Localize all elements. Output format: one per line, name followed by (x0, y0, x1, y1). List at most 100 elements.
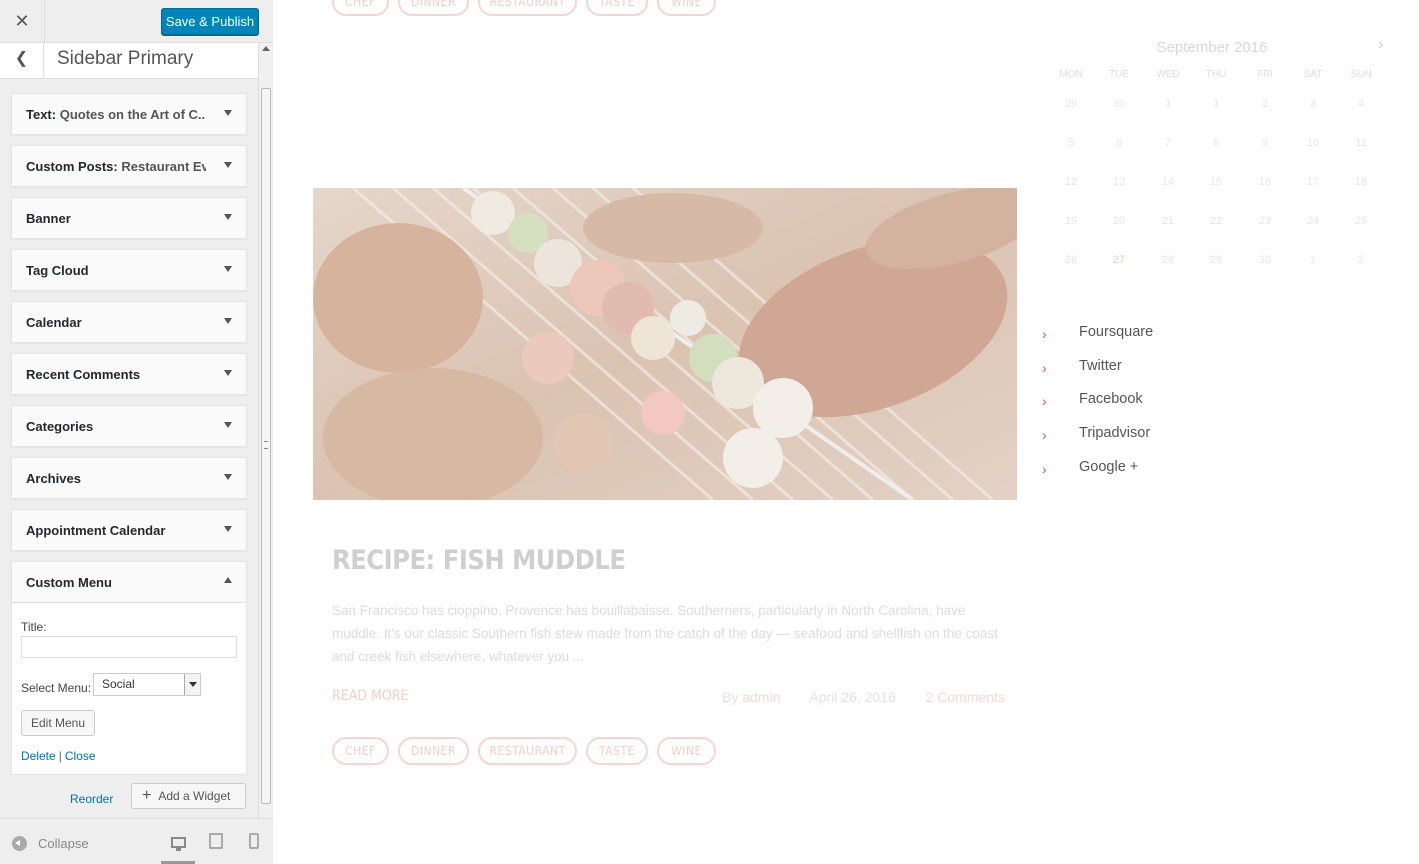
social-link-label[interactable]: Google + (1079, 459, 1138, 475)
widget-archives[interactable]: Archives (11, 457, 247, 499)
social-item-twitter[interactable]: › Twitter (1042, 356, 1242, 380)
calendar-day[interactable]: 28 (1153, 254, 1183, 266)
calendar-day[interactable]: 4 (1346, 98, 1376, 110)
scroll-up-arrow-icon[interactable] (262, 46, 270, 51)
calendar-day[interactable]: 2 (1250, 98, 1280, 110)
close-link[interactable]: Close (65, 749, 96, 763)
calendar-day[interactable]: 10 (1298, 137, 1328, 149)
add-widget-button[interactable]: + Add a Widget (131, 783, 246, 809)
title-input[interactable] (21, 636, 237, 658)
scrollbar[interactable] (258, 43, 273, 818)
tag-taste[interactable]: TASTE (586, 737, 648, 765)
widget-custom-posts[interactable]: Custom Posts: Restaurant Ev... (11, 145, 247, 187)
calendar-day[interactable]: 12 (1056, 176, 1086, 188)
caret-down-icon[interactable] (224, 266, 232, 272)
close-customizer-button[interactable]: ✕ (0, 0, 45, 43)
calendar-day[interactable]: 30 (1104, 98, 1134, 110)
social-link-label[interactable]: Facebook (1079, 391, 1143, 407)
calendar-day[interactable]: 27 (1104, 254, 1134, 266)
calendar-day[interactable]: 20 (1104, 215, 1134, 227)
calendar-day[interactable]: 7 (1153, 137, 1183, 149)
calendar-day[interactable]: 6 (1104, 137, 1134, 149)
calendar-day[interactable]: 5 (1056, 137, 1086, 149)
calendar-day[interactable]: 29 (1056, 98, 1086, 110)
calendar-day[interactable]: 1 (1201, 98, 1231, 110)
caret-down-icon[interactable] (224, 162, 232, 168)
social-link-label[interactable]: Twitter (1079, 358, 1122, 374)
tag-dinner[interactable]: DINNER (398, 0, 469, 16)
widget-appointment-calendar[interactable]: Appointment Calendar (11, 509, 247, 551)
caret-down-icon[interactable] (224, 526, 232, 532)
widget-categories[interactable]: Categories (11, 405, 247, 447)
save-publish-button[interactable]: Save & Publish (161, 8, 259, 35)
post-featured-image[interactable] (313, 188, 1017, 500)
social-item-google-plus[interactable]: › Google + (1042, 457, 1242, 481)
calendar-day[interactable]: 1 (1298, 254, 1328, 266)
widget-custom-menu[interactable]: Custom Menu (11, 561, 247, 603)
mobile-preview-icon[interactable] (249, 833, 259, 849)
tag-taste[interactable]: TASTE (586, 0, 648, 16)
desktop-preview-icon[interactable] (161, 833, 195, 864)
calendar-day[interactable]: 30 (1250, 254, 1280, 266)
social-link-label[interactable]: Tripadvisor (1079, 425, 1150, 441)
comments-link[interactable]: 2 Comments (926, 689, 1005, 705)
calendar-day[interactable]: 8 (1201, 137, 1231, 149)
post-title[interactable]: RECIPE: FISH MUDDLE (332, 545, 626, 576)
calendar-day[interactable]: 2 (1346, 254, 1376, 266)
reorder-link[interactable]: Reorder (70, 792, 113, 806)
tag-wine[interactable]: WINE (657, 0, 716, 16)
tag-chef[interactable]: CHEF (332, 737, 389, 765)
caret-down-icon[interactable] (224, 110, 232, 116)
widget-tag-cloud[interactable]: Tag Cloud (11, 249, 247, 291)
tablet-preview-icon[interactable] (209, 833, 223, 849)
caret-down-icon[interactable] (224, 214, 232, 220)
calendar-day[interactable]: 29 (1201, 254, 1231, 266)
calendar-day[interactable]: 3 (1298, 98, 1328, 110)
dropdown-arrow-icon[interactable] (184, 674, 200, 695)
social-item-tripadvisor[interactable]: › Tripadvisor (1042, 423, 1242, 447)
tag-chef[interactable]: CHEF (332, 0, 389, 16)
calendar-day[interactable]: 18 (1346, 176, 1376, 188)
edit-menu-button[interactable]: Edit Menu (21, 710, 95, 736)
tag-restaurant[interactable]: RESTAURANT (478, 0, 577, 16)
social-link-label[interactable]: Foursquare (1079, 324, 1153, 340)
caret-down-icon[interactable] (224, 370, 232, 376)
calendar-day[interactable]: 9 (1250, 137, 1280, 149)
widget-calendar[interactable]: Calendar (11, 301, 247, 343)
calendar-day[interactable]: 14 (1153, 176, 1183, 188)
calendar-day[interactable]: 17 (1298, 176, 1328, 188)
author-link[interactable]: admin (742, 689, 780, 705)
calendar-day[interactable]: 11 (1346, 137, 1376, 149)
caret-down-icon[interactable] (224, 318, 232, 324)
caret-down-icon[interactable] (224, 474, 232, 480)
tag-restaurant[interactable]: RESTAURANT (478, 737, 577, 765)
calendar-day[interactable]: 13 (1104, 176, 1134, 188)
tag-dinner[interactable]: DINNER (398, 737, 469, 765)
caret-down-icon[interactable] (224, 422, 232, 428)
back-button[interactable]: ❮ (0, 43, 44, 79)
calendar-day[interactable]: 26 (1056, 254, 1086, 266)
caret-up-icon[interactable] (224, 577, 232, 583)
social-item-foursquare[interactable]: › Foursquare (1042, 322, 1242, 346)
calendar-day[interactable]: 25 (1346, 215, 1376, 227)
widget-recent-comments[interactable]: Recent Comments (11, 353, 247, 395)
social-item-facebook[interactable]: › Facebook (1042, 389, 1242, 413)
calendar-day[interactable]: 23 (1250, 215, 1280, 227)
calendar-day[interactable]: 1 (1153, 98, 1183, 110)
scrollbar-thumb[interactable] (261, 88, 271, 804)
calendar-day[interactable]: 24 (1298, 215, 1328, 227)
select-menu-dropdown[interactable]: Social (93, 673, 201, 696)
calendar-day[interactable]: 21 (1153, 215, 1183, 227)
calendar-next-icon[interactable]: › (1378, 36, 1383, 54)
read-more-link[interactable]: READ MORE (332, 688, 409, 704)
delete-link[interactable]: Delete (21, 749, 56, 763)
post-date[interactable]: April 26, 2016 (809, 689, 895, 705)
tag-wine[interactable]: WINE (657, 737, 716, 765)
calendar-day[interactable]: 15 (1201, 176, 1231, 188)
widget-banner[interactable]: Banner (11, 197, 247, 239)
widget-text[interactable]: Text: Quotes on the Art of C... (11, 93, 247, 135)
calendar-day[interactable]: 16 (1250, 176, 1280, 188)
calendar-day[interactable]: 19 (1056, 215, 1086, 227)
calendar-day[interactable]: 22 (1201, 215, 1231, 227)
collapse-button[interactable]: Collapse (12, 836, 89, 851)
